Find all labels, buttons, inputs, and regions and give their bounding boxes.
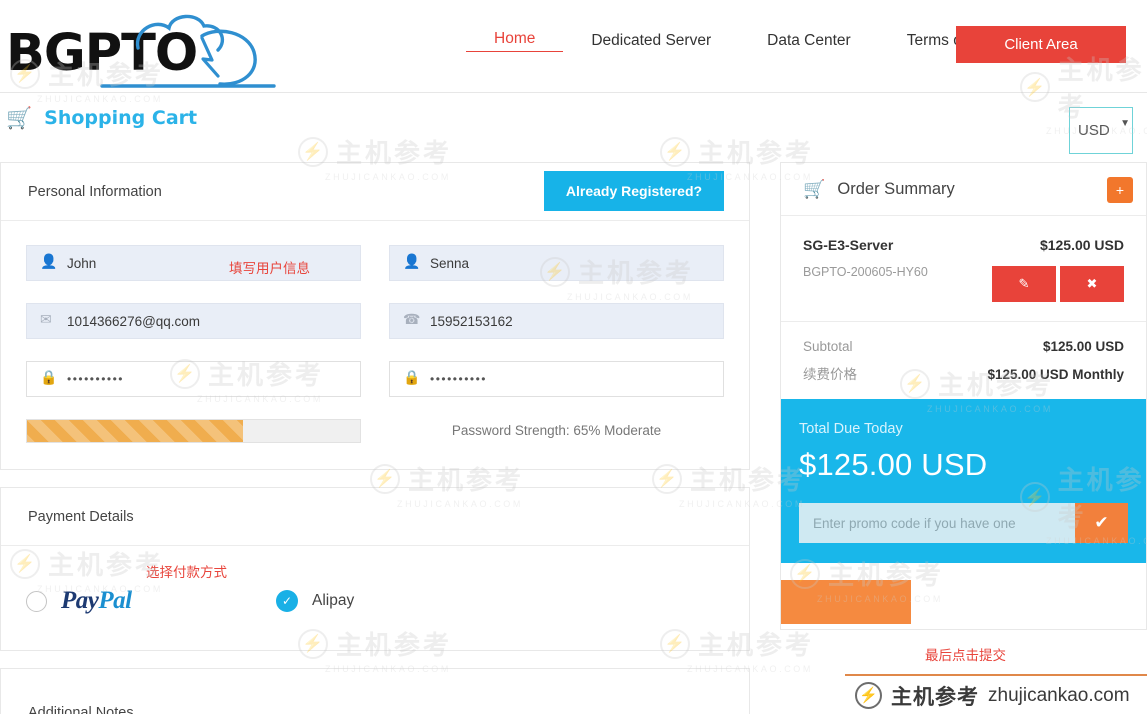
- lock-icon: 🔒: [40, 369, 58, 385]
- radio-checked-icon[interactable]: ✓: [276, 590, 298, 612]
- payment-details-title: Payment Details: [28, 508, 134, 525]
- order-summary-totals: Subtotal $125.00 USD 续费价格 $125.00 USD Mo…: [781, 322, 1146, 399]
- payment-method-paypal[interactable]: PayPal: [26, 587, 276, 615]
- apply-promo-button[interactable]: ✔: [1075, 503, 1128, 543]
- site-header: BGPTO Home Dedicated Server Data Center …: [0, 0, 1147, 93]
- password-row: 🔒 •••••••••• 🔒 ••••••••••: [26, 361, 724, 397]
- subtotal-row: Subtotal $125.00 USD: [803, 339, 1124, 354]
- first-name-field: 👤 John: [26, 245, 361, 281]
- personal-information-title: Personal Information: [28, 183, 162, 200]
- last-name-field: 👤 Senna: [389, 245, 724, 281]
- personal-information-form: 👤 John 👤 Senna ✉ 1014366276@qq.com ☎ 159…: [1, 221, 749, 469]
- subtotal-value: $125.00 USD: [1042, 339, 1124, 354]
- additional-notes-title: Additional Notes: [28, 705, 134, 714]
- first-name-input[interactable]: John: [26, 245, 361, 281]
- password-strength-row: Password Strength: 65% Moderate: [26, 419, 724, 443]
- nav-item-home[interactable]: Home: [466, 30, 564, 52]
- total-due-label: Total Due Today: [799, 421, 903, 437]
- order-item-price: $125.00 USD: [1039, 237, 1124, 253]
- annotation-click-submit: 最后点击提交: [925, 648, 1006, 664]
- confirm-password-value: ••••••••••: [430, 372, 488, 386]
- checkout-submit-button[interactable]: [781, 580, 911, 624]
- paypal-logo: PayPal: [61, 587, 132, 614]
- total-due-box: Total Due Today $125.00 USD ✔: [781, 399, 1146, 563]
- additional-notes-header: Additional Notes: [1, 669, 749, 714]
- personal-information-card: Personal Information Already Registered?…: [0, 162, 750, 470]
- cloud-arrow-icon: [100, 14, 276, 88]
- password-input[interactable]: ••••••••••: [26, 361, 361, 397]
- lock-icon: 🔒: [403, 369, 421, 385]
- payment-details-header: Payment Details: [1, 488, 749, 546]
- radio-unchecked-icon[interactable]: [26, 590, 47, 612]
- annotation-fill-user-info: 填写用户信息: [229, 261, 310, 277]
- main-content: Personal Information Already Registered?…: [0, 162, 1147, 714]
- check-icon: ✔: [1094, 513, 1109, 532]
- watermark-banner-logo-icon: ⚡: [855, 682, 882, 709]
- renewal-price-label: 续费价格: [803, 367, 857, 383]
- left-column: Personal Information Already Registered?…: [0, 162, 750, 714]
- order-summary-header: 🛒 Order Summary +: [781, 163, 1146, 216]
- order-summary-title: Order Summary: [837, 179, 955, 198]
- already-registered-button[interactable]: Already Registered?: [544, 171, 724, 211]
- password-value: ••••••••••: [67, 372, 125, 386]
- email-input[interactable]: 1014366276@qq.com: [26, 303, 361, 339]
- promo-code-input[interactable]: [799, 503, 1075, 543]
- close-icon: ✖: [1086, 276, 1098, 291]
- edit-icon: ✎: [1018, 276, 1030, 291]
- name-row: 👤 John 👤 Senna: [26, 245, 724, 281]
- shopping-cart-label: Shopping Cart: [44, 107, 198, 129]
- password-strength-bar: [26, 419, 361, 443]
- site-logo[interactable]: BGPTO: [6, 8, 286, 88]
- order-item-actions: ✎ ✖: [992, 266, 1124, 302]
- phone-icon: ☎: [403, 311, 421, 327]
- order-summary-item: SG-E3-Server $125.00 USD BGPTO-200605-HY…: [781, 216, 1146, 322]
- email-field: ✉ 1014366276@qq.com: [26, 303, 361, 339]
- phone-input[interactable]: 15952153162: [389, 303, 724, 339]
- phone-field: ☎ 15952153162: [389, 303, 724, 339]
- shopping-cart-icon: 🛒: [803, 179, 826, 199]
- right-column: 🛒 Order Summary + SG-E3-Server $125.00 U…: [780, 162, 1147, 714]
- payment-method-alipay[interactable]: ✓ Alipay: [276, 590, 354, 612]
- nav-item-data-center[interactable]: Data Center: [739, 32, 879, 50]
- cart-title-bar: 🛒 Shopping Cart USD ▼: [0, 93, 1147, 162]
- payment-details-card: Payment Details PayPal ✓ Alipay: [0, 487, 750, 651]
- last-name-input[interactable]: Senna: [389, 245, 724, 281]
- shopping-cart-icon: 🛒: [6, 105, 33, 130]
- client-area-button[interactable]: Client Area: [956, 26, 1126, 63]
- subtotal-label: Subtotal: [803, 339, 853, 354]
- watermark-banner-en: zhujicankao.com: [988, 684, 1130, 706]
- payment-methods: PayPal ✓ Alipay: [1, 546, 749, 650]
- watermark-banner-cn: 主机参考: [891, 684, 979, 709]
- personal-information-header: Personal Information Already Registered?: [1, 163, 749, 221]
- promo-code-row: ✔: [799, 503, 1128, 543]
- confirm-password-field: 🔒 ••••••••••: [389, 361, 724, 397]
- confirm-password-input[interactable]: ••••••••••: [389, 361, 724, 397]
- add-item-button[interactable]: +: [1107, 177, 1133, 203]
- main-navigation: Home Dedicated Server Data Center Terms …: [466, 30, 1023, 52]
- currency-select[interactable]: USD: [1069, 107, 1133, 154]
- nav-item-dedicated-server[interactable]: Dedicated Server: [563, 32, 739, 50]
- alipay-label: Alipay: [312, 592, 355, 609]
- edit-item-button[interactable]: ✎: [992, 266, 1056, 302]
- order-summary-card: 🛒 Order Summary + SG-E3-Server $125.00 U…: [780, 162, 1147, 630]
- password-strength-text: Password Strength: 65% Moderate: [451, 423, 662, 438]
- annotation-choose-payment: 选择付款方式: [146, 565, 227, 581]
- password-strength-fill: [27, 420, 244, 442]
- envelope-icon: ✉: [40, 311, 52, 327]
- watermark-banner-rule: [845, 674, 1147, 676]
- watermark-banner: ⚡ 主机参考 zhujicankao.com: [845, 677, 1147, 714]
- password-field: 🔒 ••••••••••: [26, 361, 361, 397]
- shopping-cart-heading: 🛒 Shopping Cart: [6, 107, 197, 129]
- user-icon: 👤: [40, 253, 58, 269]
- contact-row: ✉ 1014366276@qq.com ☎ 15952153162: [26, 303, 724, 339]
- additional-notes-card: Additional Notes: [0, 668, 750, 714]
- page-root: BGPTO Home Dedicated Server Data Center …: [0, 0, 1147, 714]
- renewal-price-value: $125.00 USD Monthly: [987, 367, 1124, 382]
- remove-item-button[interactable]: ✖: [1060, 266, 1124, 302]
- renewal-price-row: 续费价格 $125.00 USD Monthly: [803, 363, 1124, 383]
- user-icon: 👤: [403, 253, 421, 269]
- total-due-amount: $125.00 USD: [799, 447, 988, 482]
